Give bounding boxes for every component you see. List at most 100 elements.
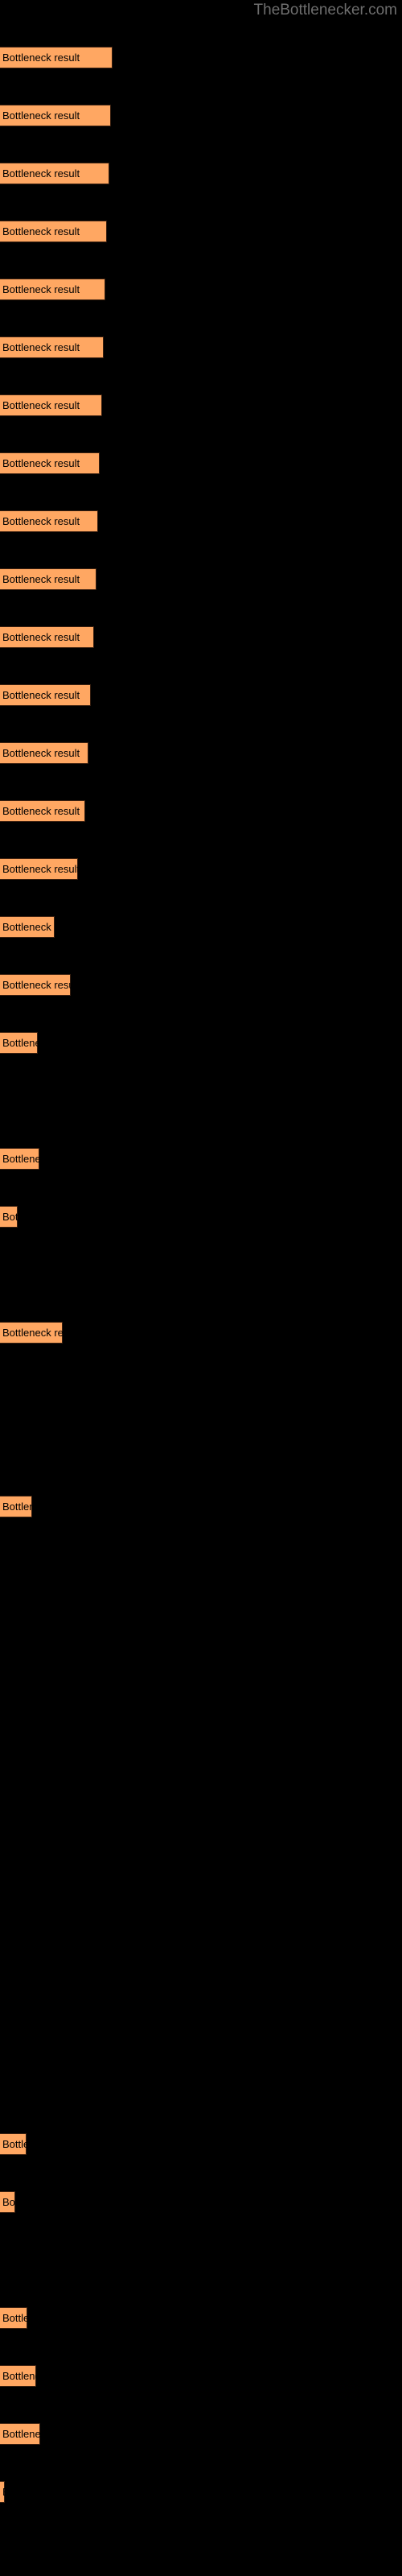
- bar-clip: Bottleneck result: [0, 1032, 38, 1054]
- bar-row: Bottleneck result: [0, 394, 402, 416]
- bar-clip: Bottleneck result: [0, 2423, 40, 2445]
- bar-label: Bottleneck result: [2, 2428, 40, 2440]
- bar-label: Bottleneck result: [2, 863, 78, 875]
- bar-clip: Bottleneck result: [0, 1206, 18, 1228]
- bar-label: Bottleneck result: [2, 2196, 15, 2208]
- bar-clip: Bottleneck result: [0, 742, 88, 764]
- bar-row: Bottleneck result: [0, 858, 402, 880]
- bar-clip: Bottleneck result: [0, 800, 85, 822]
- bar-row: [0, 2249, 402, 2271]
- bar-row: [0, 1901, 402, 1923]
- bar-row: Bottleneck result: [0, 2191, 402, 2213]
- bar-clip: Bottleneck result: [0, 974, 71, 996]
- bar-clip: Bottleneck result: [0, 1322, 63, 1344]
- bar-row: Bottleneck result: [0, 916, 402, 938]
- bar-label: Bottleneck result: [2, 2481, 5, 2503]
- bar-clip: Bottleneck result: [0, 2365, 36, 2387]
- bar-row: Bottleneck result: [0, 452, 402, 474]
- bar-label: Bottleneck result: [2, 515, 80, 527]
- bar-row: [0, 1785, 402, 1807]
- bar-label: Bottleneck result: [2, 979, 71, 991]
- bar-row: Bottleneck result: [0, 974, 402, 996]
- bar-row: [0, 1959, 402, 1981]
- bar-row: Bottleneck result: [0, 336, 402, 358]
- bar-label: Bottleneck result: [2, 2312, 27, 2324]
- bar-label: Bottleneck result: [2, 1211, 18, 1223]
- bar-row: Bottleneck result: [0, 279, 402, 300]
- bar-label: Bottleneck result: [2, 573, 80, 585]
- bar-clip: Bottleneck result: [0, 684, 91, 706]
- bar-row: Bottleneck result: [0, 1148, 402, 1170]
- bar-label: Bottleneck result: [2, 167, 80, 180]
- bar-row: [0, 1438, 402, 1459]
- bar-clip: Bottleneck result: [0, 916, 55, 938]
- bar-label: Bottleneck result: [2, 1153, 39, 1165]
- bar-clip: Bottleneck result: [0, 105, 111, 126]
- bar-label: Bottleneck result: [2, 2370, 36, 2382]
- bar-clip: Bottleneck result: [0, 626, 94, 648]
- bar-clip: Bottleneck result: [0, 394, 102, 416]
- bar-row: Bottleneck result: [0, 2365, 402, 2387]
- bar-row: Bottleneck result: [0, 163, 402, 184]
- bar-label: Bottleneck result: [2, 109, 80, 122]
- bar-label: Bottleneck result: [2, 921, 55, 933]
- bar-label: Bottleneck result: [2, 341, 80, 353]
- bar-clip: Bottleneck result: [0, 221, 107, 242]
- bar-row: Bottleneck result: [0, 1032, 402, 1054]
- bar-clip: Bottleneck result: [0, 336, 104, 358]
- bar-row: Bottleneck result: [0, 2481, 402, 2503]
- bar-row: [0, 1728, 402, 1749]
- bar-row: Bottleneck result: [0, 742, 402, 764]
- bar-row: [0, 1264, 402, 1286]
- bar-label: Bottleneck result: [2, 283, 80, 295]
- bar-clip: Bottleneck result: [0, 47, 113, 68]
- bar-clip: Bottleneck result: [0, 452, 100, 474]
- bar-clip: Bottleneck result: [0, 2133, 27, 2155]
- bar-row: Bottleneck result: [0, 221, 402, 242]
- bar-row: Bottleneck result: [0, 626, 402, 648]
- bar-row: Bottleneck result: [0, 800, 402, 822]
- bar-row: [0, 1090, 402, 1112]
- bar-label: Bottleneck result: [2, 2138, 27, 2150]
- bottleneck-bar-chart: Bottleneck result Bottleneck result Bottle…: [0, 0, 402, 2576]
- bar-row: Bottleneck result: [0, 684, 402, 706]
- bar-label: Bottleneck result: [2, 1037, 38, 1049]
- bar-clip: Bottleneck result: [0, 858, 78, 880]
- bar-clip: Bottleneck result: [0, 279, 105, 300]
- bar-row: Bottleneck result: [0, 568, 402, 590]
- bar-label: Bottleneck result: [2, 689, 80, 701]
- bar-row: [0, 1670, 402, 1691]
- bar-row: Bottleneck result: [0, 1206, 402, 1228]
- bar-label: Bottleneck result: [2, 1501, 32, 1513]
- bar-label: Bottleneck result: [2, 399, 80, 411]
- bar-clip: Bottleneck result: [0, 163, 109, 184]
- bar-row: Bottleneck result: [0, 2133, 402, 2155]
- bar-row: [0, 1612, 402, 1633]
- bar-label: Bottleneck result: [2, 747, 80, 759]
- bar-clip: Bottleneck result: [0, 2481, 5, 2503]
- bar-row: [0, 1554, 402, 1575]
- bar-label: Bottleneck result: [2, 631, 80, 643]
- bar-row: [0, 2017, 402, 2039]
- bar-row: [0, 2075, 402, 2097]
- bar-row: Bottleneck result: [0, 2423, 402, 2445]
- bar-row: Bottleneck result: [0, 1322, 402, 1344]
- bar-label: Bottleneck result: [2, 225, 80, 237]
- bar-row: Bottleneck result: [0, 47, 402, 68]
- bar-clip: Bottleneck result: [0, 568, 96, 590]
- bar-clip: Bottleneck result: [0, 1496, 32, 1517]
- bar-row: Bottleneck result: [0, 1496, 402, 1517]
- bar-row: [0, 1380, 402, 1402]
- bar-clip: Bottleneck result: [0, 2191, 15, 2213]
- bar-clip: Bottleneck result: [0, 510, 98, 532]
- bar-label: Bottleneck result: [2, 52, 80, 64]
- bar-label: Bottleneck result: [2, 805, 80, 817]
- bar-row: Bottleneck result: [0, 105, 402, 126]
- bar-clip: Bottleneck result: [0, 2307, 27, 2329]
- bar-label: Bottleneck result: [2, 1327, 63, 1339]
- bar-label: Bottleneck result: [2, 457, 80, 469]
- bar-clip: Bottleneck result: [0, 1148, 39, 1170]
- bar-row: Bottleneck result: [0, 2307, 402, 2329]
- bar-row: [0, 1843, 402, 1865]
- bar-row: Bottleneck result: [0, 510, 402, 532]
